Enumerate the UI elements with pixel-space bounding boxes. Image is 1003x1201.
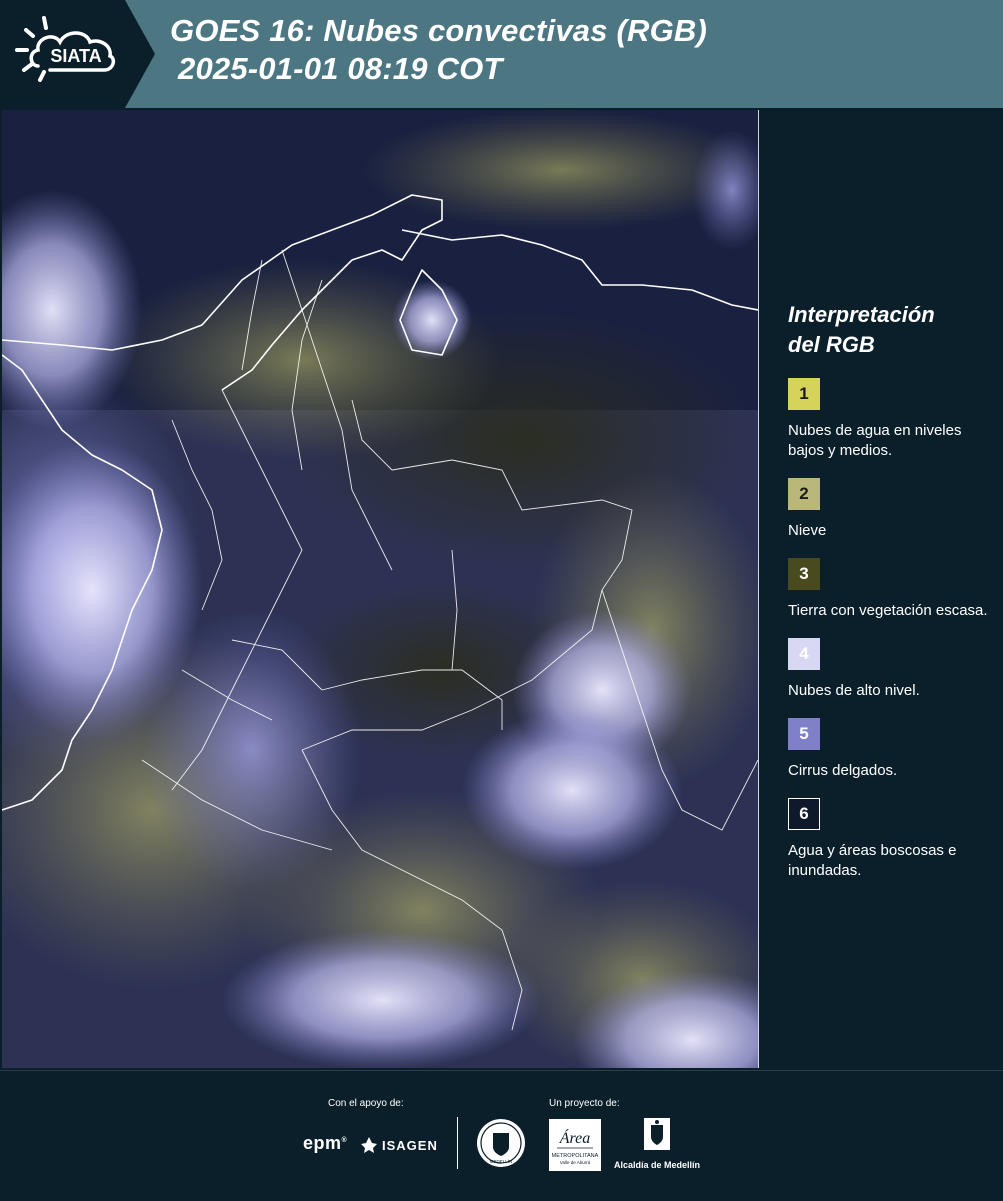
footer-sponsors: Con el apoyo de: Un proyecto de: epm® IS… xyxy=(0,1070,1003,1201)
legend-swatch-6: 6 xyxy=(788,798,820,830)
alcaldia-medellin-logo[interactable]: Alcaldía de Medellín xyxy=(612,1117,702,1171)
alcaldia-shield-icon xyxy=(644,1118,670,1150)
siata-logo[interactable]: SIATA xyxy=(0,0,160,108)
footer-divider xyxy=(457,1117,458,1169)
epm-logo[interactable]: epm® xyxy=(303,1133,347,1154)
legend-title-line1: Interpretación xyxy=(788,302,935,327)
area-metropolitana-logo[interactable]: Área METROPOLITANA Valle de Aburrá xyxy=(549,1119,601,1171)
project-label: Un proyecto de: xyxy=(549,1098,620,1109)
alcaldia-label: Alcaldía de Medellín xyxy=(613,1160,701,1170)
legend-label-4: Nubes de alto nivel. xyxy=(788,682,920,699)
medellin-seal-text: MEDELLÍN xyxy=(490,1158,513,1164)
legend-label-5: Cirrus delgados. xyxy=(788,762,898,779)
legend-swatch-3: 3 xyxy=(788,558,820,590)
siata-logo-text: SIATA xyxy=(50,46,101,66)
legend-label-1: Nubes de agua en niveles bajos y medios. xyxy=(788,422,962,459)
legend-label-3: Tierra con vegetación escasa. xyxy=(788,602,988,619)
legend-swatch-4: 4 xyxy=(788,638,820,670)
header-bar: SIATA GOES 16: Nubes convectivas (RGB) 2… xyxy=(0,0,1003,108)
legend-label-6: Agua y áreas boscosas e inundadas. xyxy=(788,842,957,879)
epm-logo-text: epm xyxy=(303,1133,342,1153)
legend-item-1: 1 Nubes de agua en niveles bajos y medio… xyxy=(788,378,990,461)
legend-item-4: 4 Nubes de alto nivel. xyxy=(788,638,990,701)
isagen-logo[interactable]: ISAGEN xyxy=(360,1136,438,1154)
isagen-icon xyxy=(361,1137,377,1153)
support-label: Con el apoyo de: xyxy=(328,1098,404,1109)
area-logo-sub: METROPOLITANA xyxy=(552,1153,599,1159)
satellite-image xyxy=(2,110,759,1068)
legend-swatch-5: 5 xyxy=(788,718,820,750)
legend-item-2: 2 Nieve xyxy=(788,478,990,541)
title-line-product: GOES 16: Nubes convectivas (RGB) xyxy=(170,13,708,48)
legend-title-line2: del RGB xyxy=(788,332,875,357)
isagen-logo-text: ISAGEN xyxy=(382,1137,438,1153)
title-line-timestamp: 2025-01-01 08:19 COT xyxy=(178,51,503,86)
legend-item-3: 3 Tierra con vegetación escasa. xyxy=(788,558,990,621)
legend-label-2: Nieve xyxy=(788,522,827,539)
legend-title: Interpretación del RGB xyxy=(788,300,990,360)
legend-item-5: 5 Cirrus delgados. xyxy=(788,718,990,781)
legend-swatch-1: 1 xyxy=(788,378,820,410)
legend-item-6: 6 Agua y áreas boscosas e inundadas. xyxy=(788,798,990,881)
legend-swatch-2: 2 xyxy=(788,478,820,510)
area-logo-text: Área xyxy=(559,1128,591,1147)
page-title: GOES 16: Nubes convectivas (RGB) 2025-01… xyxy=(170,12,707,88)
medellin-seal-icon[interactable]: MEDELLÍN xyxy=(475,1117,527,1169)
legend-panel: Interpretación del RGB 1 Nubes de agua e… xyxy=(775,300,990,898)
area-logo-sub2: Valle de Aburrá xyxy=(560,1160,591,1165)
